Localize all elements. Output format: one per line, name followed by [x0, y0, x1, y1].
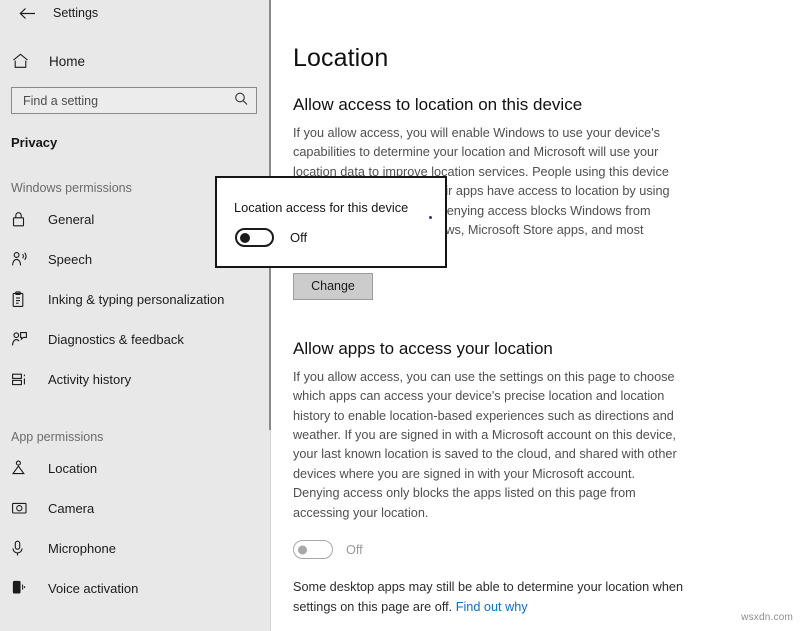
cursor-dot: [429, 216, 432, 219]
watermark: wsxdn.com: [741, 612, 793, 623]
toggle-knob: [298, 545, 307, 555]
camera-icon: [11, 501, 37, 515]
find-out-why-link[interactable]: Find out why: [456, 600, 528, 614]
location-access-popup: Location access for this device Off: [215, 176, 447, 268]
sidebar-item-label: Voice activation: [48, 580, 139, 596]
sidebar-item-diagnostics-feedback[interactable]: Diagnostics & feedback: [0, 319, 271, 359]
title-bar: Settings: [0, 0, 271, 26]
lock-icon: [11, 211, 37, 227]
search-icon[interactable]: [234, 91, 248, 110]
apps-location-toggle[interactable]: [293, 540, 333, 560]
sidebar-item-label: General: [48, 211, 95, 227]
device-section-heading: Allow access to location on this device: [293, 95, 583, 114]
microphone-icon: [11, 540, 37, 557]
location-pin-icon: [11, 460, 37, 476]
sidebar-item-label: Location: [48, 460, 98, 476]
sidebar-item-voice-activation[interactable]: Voice activation: [0, 568, 271, 608]
apps-section-body: If you allow access, you can use the set…: [293, 369, 677, 520]
popup-title: Location access for this device: [234, 200, 409, 215]
page-title: Location: [293, 44, 389, 72]
popup-toggle-state: Off: [290, 230, 308, 245]
window-title: Settings: [53, 6, 99, 20]
sidebar-item-location[interactable]: Location: [0, 448, 271, 488]
settings-window: Settings Home Privacy Windows permiss: [0, 0, 800, 631]
popup-toggle-row: Off: [235, 228, 445, 247]
apps-section-heading: Allow apps to access your location: [293, 338, 553, 358]
sidebar-group-header-app-permissions: App permissions: [11, 430, 104, 444]
sidebar-home-label: Home: [49, 53, 86, 69]
person-feedback-icon: [11, 331, 37, 347]
home-icon: [12, 53, 38, 69]
sidebar-item-home[interactable]: Home: [0, 44, 271, 78]
search-box[interactable]: [11, 87, 257, 114]
clipboard-pen-icon: [11, 290, 37, 308]
sidebar-item-inking-typing[interactable]: Inking & typing personalization: [0, 279, 271, 319]
sidebar-item-microphone[interactable]: Microphone: [0, 528, 271, 568]
sidebar-item-activity-history[interactable]: Activity history: [0, 359, 271, 399]
search-input[interactable]: [12, 88, 225, 113]
person-voice-icon: [11, 251, 37, 267]
sidebar-item-label: Diagnostics & feedback: [48, 331, 184, 347]
sidebar-item-label: Inking & typing personalization: [48, 291, 225, 307]
sidebar-item-camera[interactable]: Camera: [0, 488, 271, 528]
apps-location-toggle-row: Off: [293, 540, 800, 560]
desktop-apps-note: Some desktop apps may still be able to d…: [293, 578, 693, 617]
change-button[interactable]: Change: [293, 272, 373, 300]
toggle-switch-icon[interactable]: [235, 228, 274, 247]
apps-location-toggle-state: Off: [346, 542, 363, 557]
activity-history-icon: [11, 372, 37, 387]
back-arrow-icon[interactable]: [10, 2, 44, 24]
sidebar-item-label: Activity history: [48, 371, 132, 387]
sidebar-category-privacy: Privacy: [11, 135, 58, 150]
voice-activation-icon: [11, 580, 37, 596]
sidebar-item-label: Camera: [48, 500, 95, 516]
toggle-knob: [240, 232, 250, 243]
sidebar-item-label: Speech: [48, 251, 93, 267]
sidebar: Settings Home Privacy Windows permiss: [0, 0, 271, 631]
sidebar-item-label: Microphone: [48, 540, 116, 556]
main-content: Location Allow access to location on thi…: [271, 0, 800, 631]
